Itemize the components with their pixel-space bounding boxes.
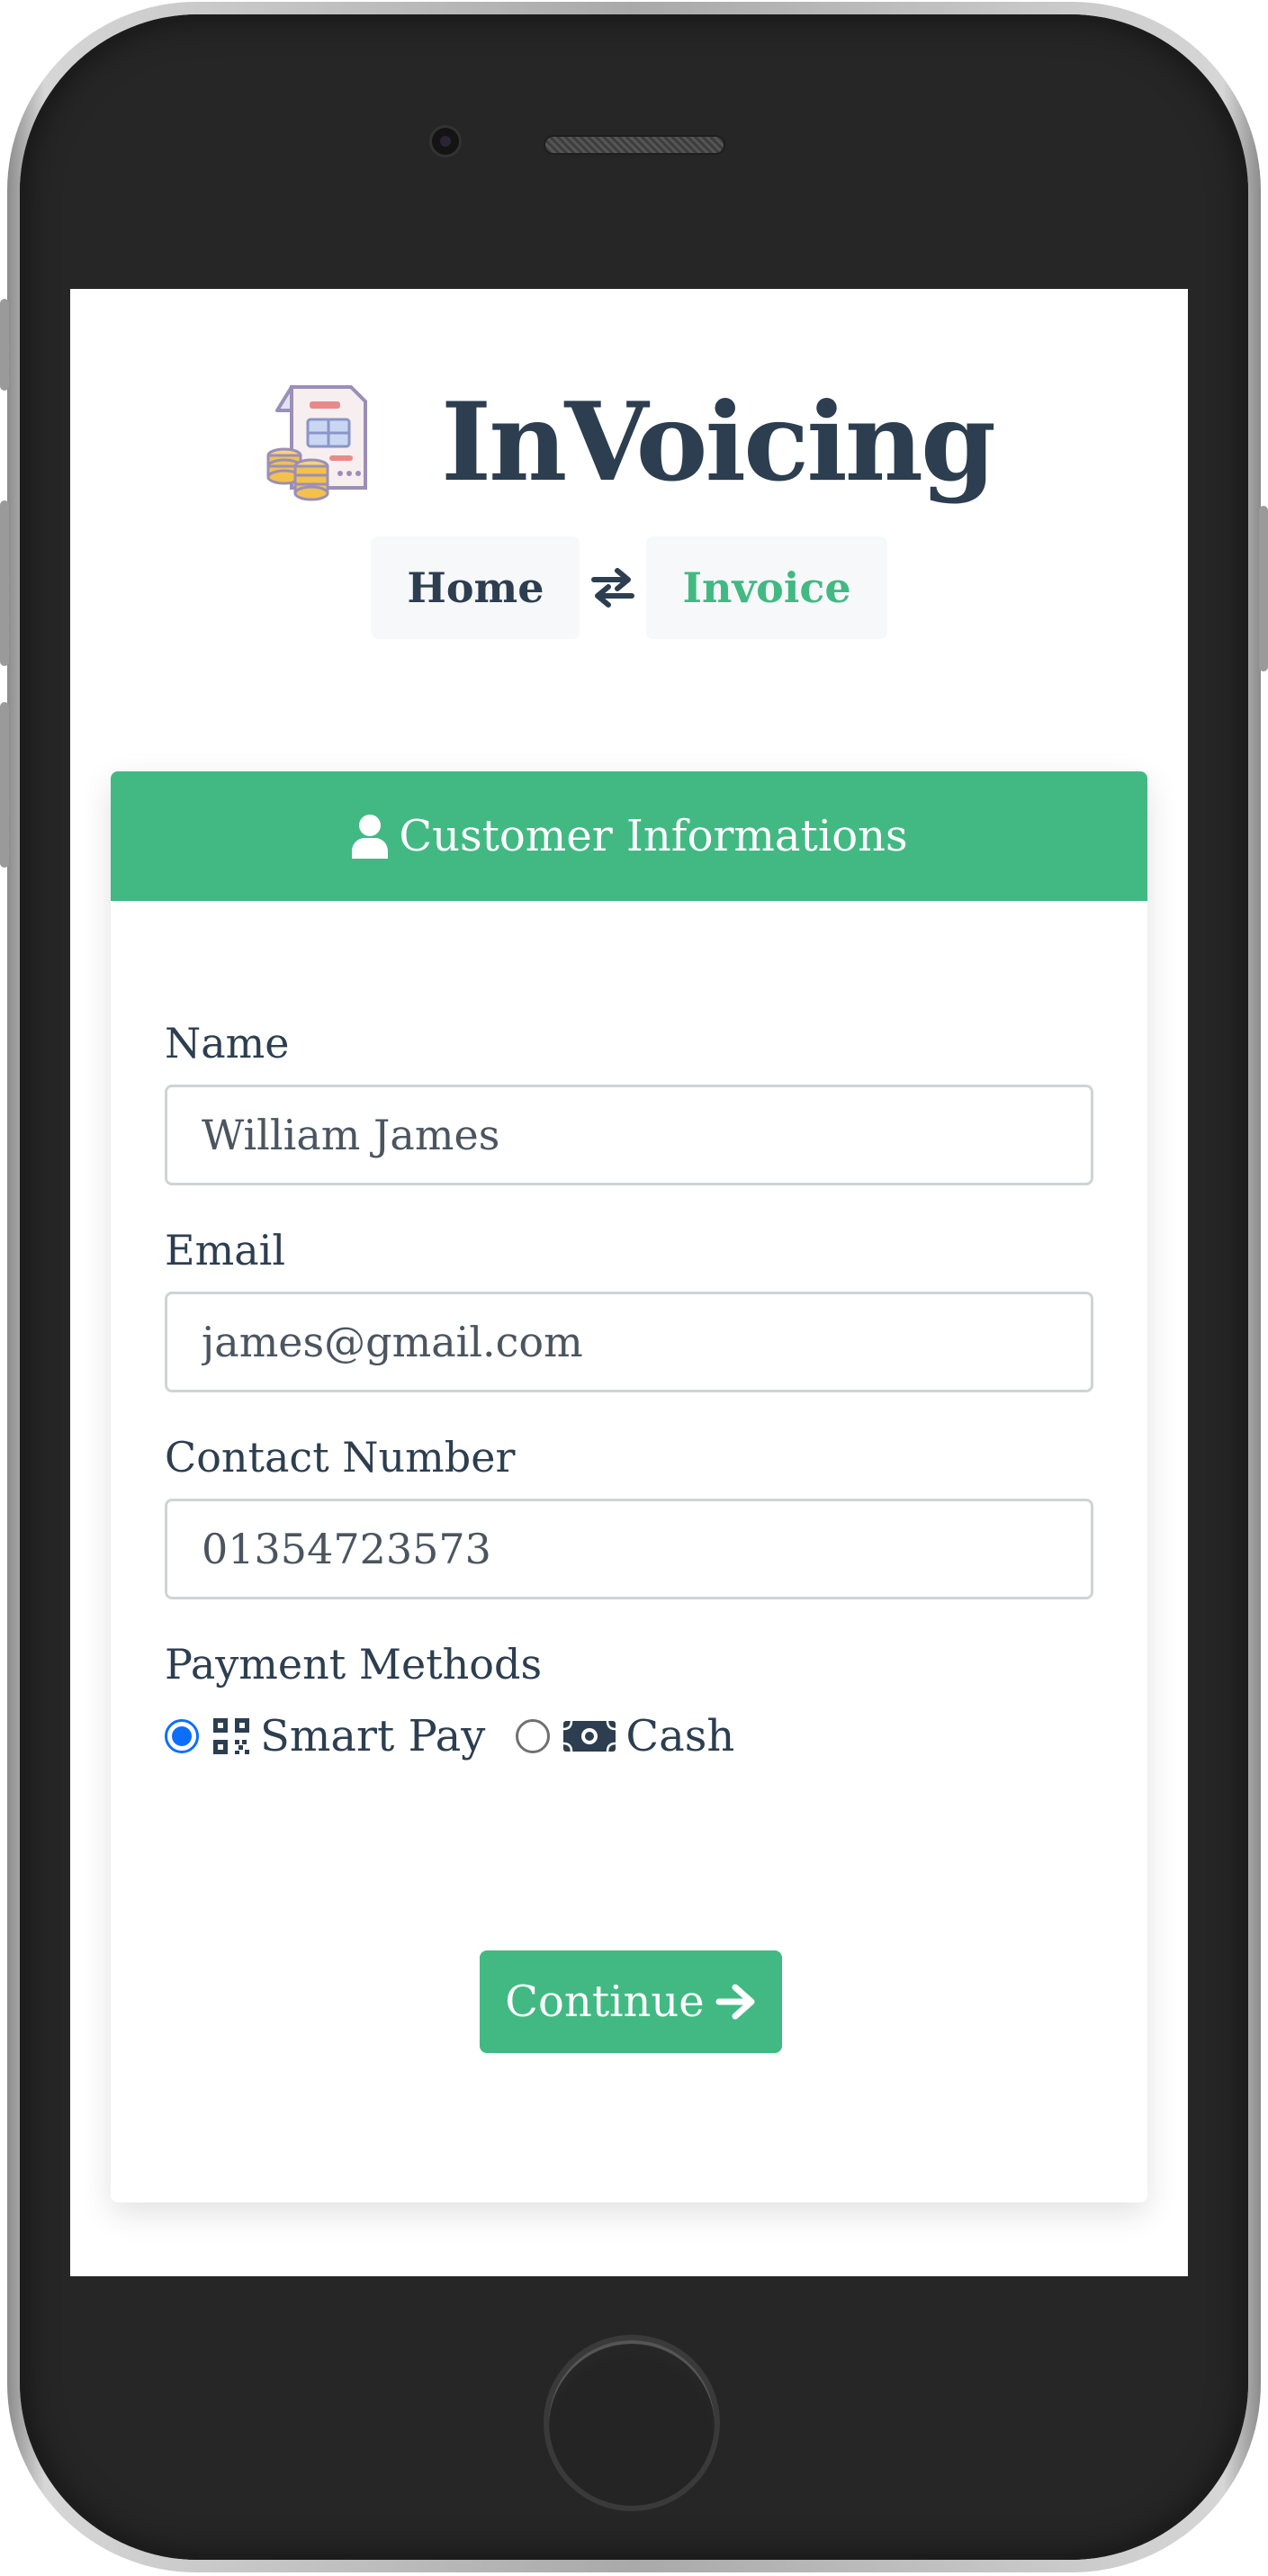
user-icon (352, 815, 389, 859)
contact-field-group: Contact Number (165, 1430, 1093, 1599)
customer-info-card: Customer Informations Name Email Contact… (111, 771, 1147, 2202)
nav-invoice-link[interactable]: Invoice (646, 536, 887, 639)
payment-option-cash[interactable]: Cash (516, 1711, 734, 1761)
payment-methods-group: Payment Methods Smart Pay Cash (165, 1637, 1093, 1761)
name-label: Name (165, 1019, 290, 1067)
customer-form: Name Email Contact Number Payment Method… (165, 1016, 1093, 1761)
mute-switch (0, 299, 9, 391)
front-camera (432, 128, 459, 155)
brand-header: InVoicing (70, 375, 1188, 510)
power-button (1259, 506, 1268, 671)
cash-radio[interactable] (516, 1719, 551, 1753)
email-label: Email (165, 1226, 286, 1274)
app-screen: InVoicing Home Invoice Customer Informat… (70, 289, 1188, 2276)
card-header: Customer Informations (111, 771, 1147, 901)
continue-button[interactable]: Continue (480, 1950, 782, 2053)
name-input[interactable] (165, 1085, 1093, 1185)
arrow-right-icon (715, 1984, 755, 2020)
top-nav: Home Invoice (70, 536, 1188, 639)
payment-options: Smart Pay Cash (165, 1711, 1093, 1761)
continue-label: Continue (505, 1977, 705, 2027)
contact-label: Contact Number (165, 1433, 516, 1482)
qrcode-icon (213, 1718, 249, 1754)
volume-up-button (0, 500, 9, 666)
home-button[interactable] (544, 2335, 720, 2511)
money-bill-icon (563, 1720, 616, 1752)
volume-down-button (0, 702, 9, 868)
cash-label: Cash (625, 1711, 735, 1761)
smart-pay-radio[interactable] (165, 1719, 199, 1753)
nav-home-link[interactable]: Home (371, 536, 580, 639)
invoice-coins-icon (266, 385, 368, 501)
contact-number-input[interactable] (165, 1499, 1093, 1599)
exchange-arrows-icon (591, 568, 635, 608)
payment-methods-label: Payment Methods (165, 1640, 543, 1689)
smart-pay-label: Smart Pay (260, 1711, 486, 1761)
email-field-group: Email (165, 1223, 1093, 1392)
card-header-title: Customer Informations (399, 811, 908, 861)
payment-option-smart-pay[interactable]: Smart Pay (165, 1711, 485, 1761)
earpiece-speaker (545, 137, 724, 153)
app-title: InVoicing (441, 379, 996, 506)
email-input[interactable] (165, 1292, 1093, 1392)
name-field-group: Name (165, 1016, 1093, 1185)
